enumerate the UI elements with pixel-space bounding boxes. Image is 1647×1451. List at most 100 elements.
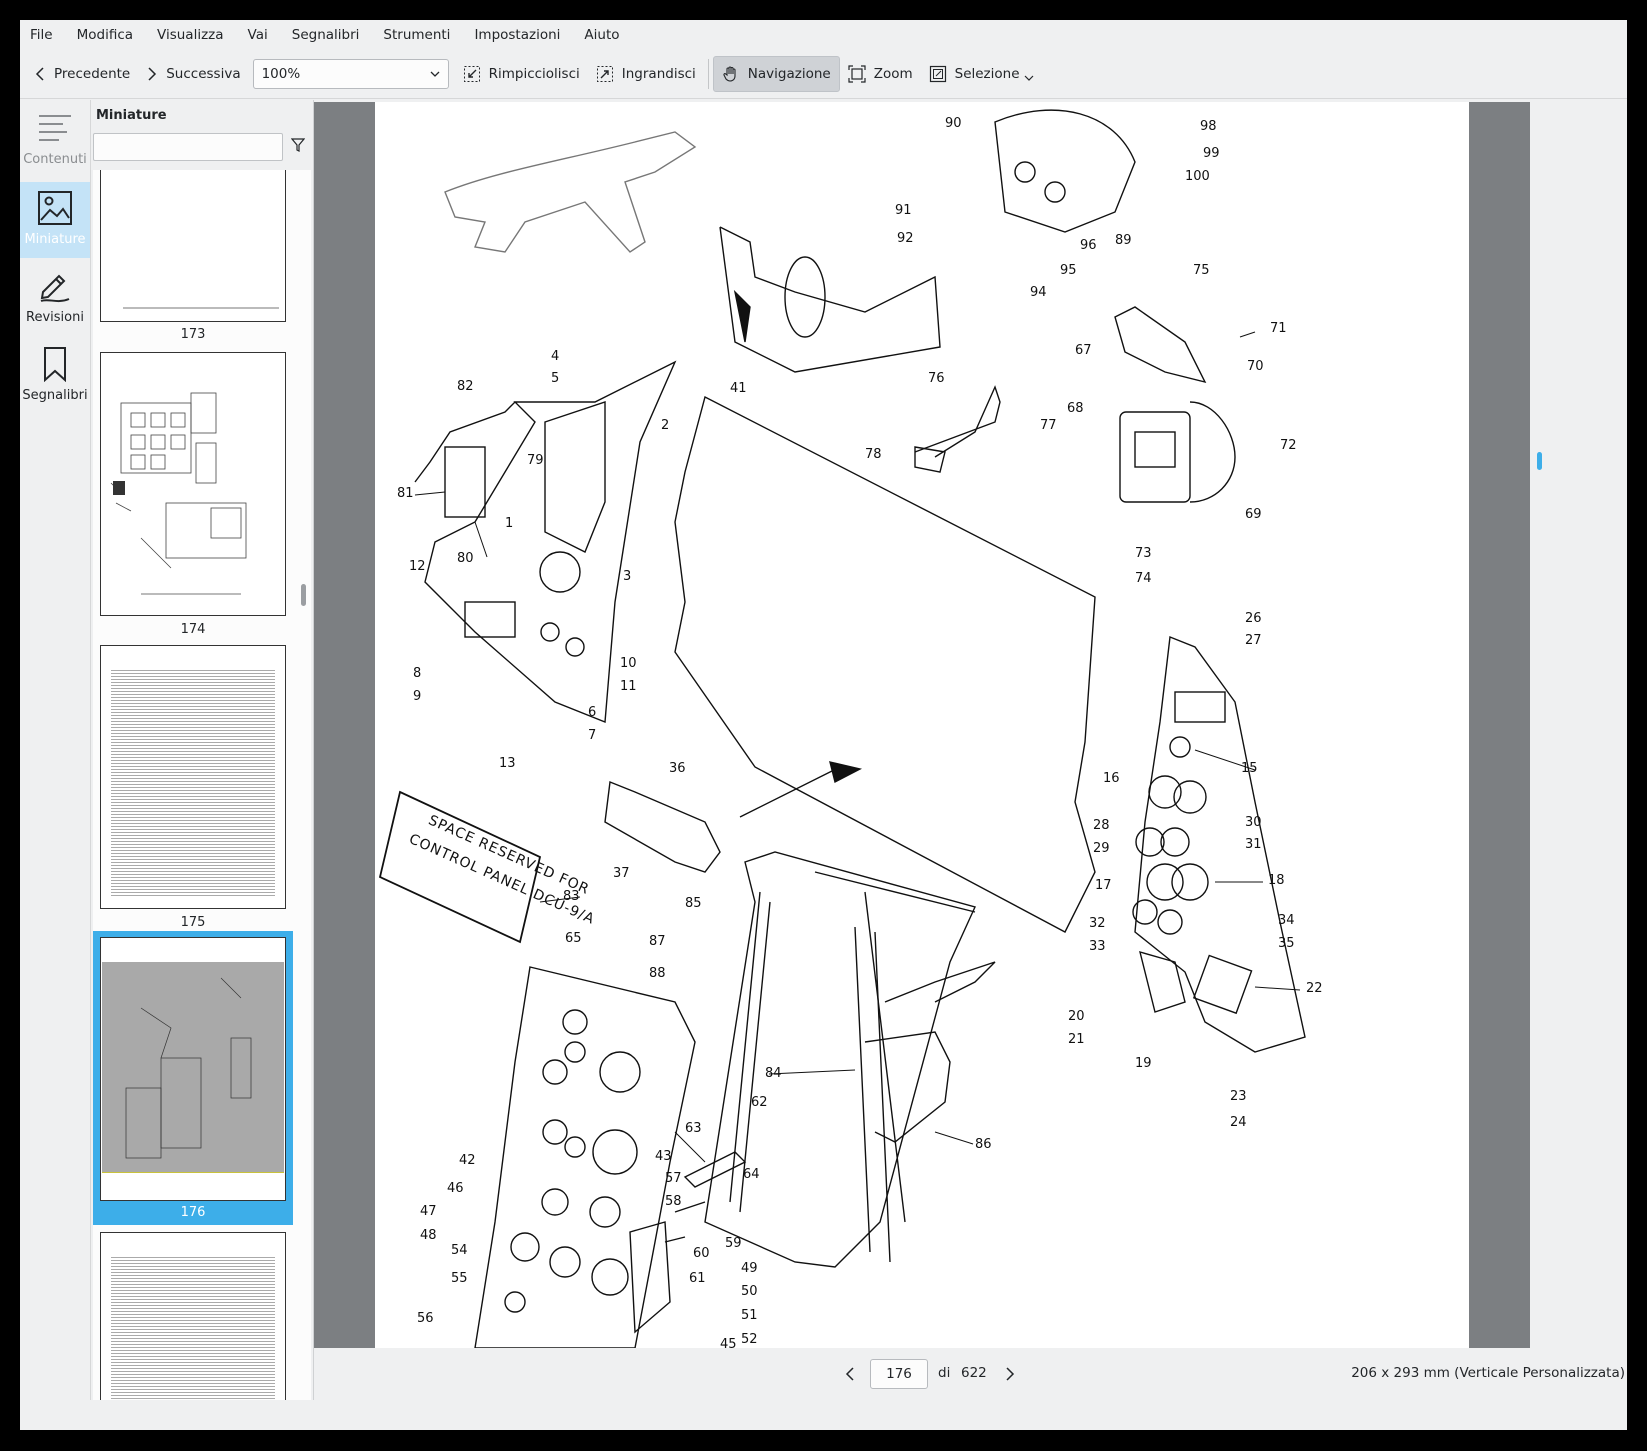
thumbnail-page	[100, 170, 286, 322]
menu-bar: File Modifica Visualizza Vai Segnalibri …	[20, 20, 1627, 50]
zoom-out-button[interactable]: Rimpicciolisci	[455, 57, 588, 91]
filter-icon[interactable]	[291, 138, 305, 152]
thumbnail-page	[100, 352, 286, 616]
zoom-tool-label: Zoom	[873, 66, 913, 82]
callout-83: 83	[563, 889, 580, 904]
thumbnails-panel: Miniature 173 174 175 176	[91, 100, 314, 1400]
callout-86: 86	[975, 1137, 992, 1152]
main-toolbar: Precedente Successiva 100% Rimpicciolisc…	[20, 50, 1627, 99]
callout-4: 4	[551, 349, 559, 364]
document-scrollbar[interactable]	[1530, 102, 1627, 1348]
exploded-view-drawing: SPACE RESERVED FOR CONTROL PANEL DCU-9/A…	[378, 109, 1323, 1348]
callout-49: 49	[741, 1261, 758, 1276]
callout-56: 56	[417, 1311, 434, 1326]
callout-77: 77	[1040, 418, 1057, 433]
menu-strumenti[interactable]: Strumenti	[381, 24, 452, 46]
menu-modifica[interactable]: Modifica	[75, 24, 135, 46]
page-number-input[interactable]: 176	[870, 1359, 928, 1389]
sidebar-item-label: Contenuti	[23, 152, 87, 167]
callout-23: 23	[1230, 1089, 1247, 1104]
chevron-down-icon	[430, 71, 440, 77]
thumbnail-177[interactable]	[93, 1228, 293, 1400]
sidebar-item-contenuti[interactable]: Contenuti	[20, 104, 90, 180]
sidebar-item-segnalibri[interactable]: Segnalibri	[20, 338, 90, 414]
menu-file[interactable]: File	[28, 24, 55, 46]
page-navigation-bar: 176 di 622 206 x 293 mm (Verticale Perso…	[314, 1348, 1627, 1400]
browse-tool-button[interactable]: Navigazione	[712, 56, 840, 92]
callout-96: 96	[1080, 238, 1097, 253]
sidebar-item-label: Revisioni	[26, 310, 84, 325]
callout-3: 3	[623, 569, 631, 584]
callout-47: 47	[420, 1204, 437, 1219]
callout-9: 9	[413, 689, 421, 704]
menu-segnalibri[interactable]: Segnalibri	[290, 24, 362, 46]
thumbnails-title: Miniature	[96, 108, 167, 123]
thumbnail-176[interactable]: 176	[93, 931, 293, 1225]
callout-54: 54	[451, 1243, 468, 1258]
chevron-right-icon	[148, 67, 157, 81]
menu-vai[interactable]: Vai	[246, 24, 270, 46]
selection-tool-label: Selezione	[954, 66, 1020, 82]
thumbnail-175[interactable]: 175	[93, 643, 293, 933]
callout-61: 61	[689, 1271, 706, 1286]
zoom-in-button[interactable]: Ingrandisci	[588, 57, 704, 91]
thumbnails-list: 173 174 175 176	[93, 170, 311, 1400]
callout-64: 64	[743, 1167, 760, 1182]
chevron-right-icon[interactable]	[1004, 1366, 1016, 1382]
menu-impostazioni[interactable]: Impostazioni	[472, 24, 562, 46]
callout-45: 45	[720, 1337, 737, 1348]
callout-78: 78	[865, 447, 882, 462]
callout-88: 88	[649, 966, 666, 981]
chevron-down-icon	[1024, 75, 1033, 81]
menu-visualizza[interactable]: Visualizza	[155, 24, 226, 46]
callout-89: 89	[1115, 233, 1132, 248]
callout-98: 98	[1200, 119, 1217, 134]
selection-tool-button[interactable]: Selezione	[921, 57, 1042, 91]
callout-85: 85	[685, 896, 702, 911]
next-page-button[interactable]: Successiva	[138, 57, 248, 91]
callout-62: 62	[751, 1095, 768, 1110]
thumbnails-scrollbar[interactable]	[301, 584, 306, 606]
previous-page-label: Precedente	[54, 66, 131, 82]
callout-labels: 90 98991009192 96 8995947571677041767778687…	[397, 116, 1323, 1348]
bookmark-icon	[44, 347, 66, 382]
page-size-status: 206 x 293 mm (Verticale Personalizzata)	[1351, 1365, 1625, 1381]
document-view[interactable]: SPACE RESERVED FOR CONTROL PANEL DCU-9/A…	[314, 102, 1530, 1348]
chevron-left-icon	[35, 67, 44, 81]
thumbnail-number: 174	[180, 622, 206, 637]
zoom-out-icon	[463, 66, 480, 82]
callout-36: 36	[669, 761, 686, 776]
zoom-in-icon	[596, 66, 613, 82]
thumbnail-number: 176	[180, 1205, 206, 1220]
callout-22: 22	[1306, 981, 1323, 996]
chevron-left-icon[interactable]	[844, 1366, 856, 1382]
thumbnail-173[interactable]: 173	[93, 170, 293, 346]
sidebar-item-miniature[interactable]: Miniature	[20, 182, 90, 258]
zoom-combobox[interactable]: 100%	[252, 59, 449, 89]
document-scrollbar-handle[interactable]	[1537, 452, 1542, 470]
callout-52: 52	[741, 1332, 758, 1347]
callout-35: 35	[1278, 936, 1295, 951]
thumbnails-search-input[interactable]	[93, 133, 283, 161]
thumbnail-page	[100, 937, 286, 1201]
sidebar-item-revisioni[interactable]: Revisioni	[20, 260, 90, 336]
callout-95: 95	[1060, 263, 1077, 278]
zoom-tool-button[interactable]: Zoom	[840, 57, 921, 91]
previous-page-button[interactable]: Precedente	[26, 57, 138, 91]
callout-42: 42	[459, 1153, 476, 1168]
thumbnail-page	[100, 645, 286, 909]
zoom-select-icon	[848, 65, 866, 83]
callout-19: 19	[1135, 1056, 1152, 1071]
callout-10: 10	[620, 656, 637, 671]
callout-30: 30	[1245, 815, 1262, 830]
menu-aiuto[interactable]: Aiuto	[582, 24, 621, 46]
callout-2: 2	[661, 418, 669, 433]
callout-55: 55	[451, 1271, 468, 1286]
callout-100: 100	[1185, 169, 1210, 184]
thumbnail-174[interactable]: 174	[93, 350, 293, 640]
callout-80: 80	[457, 551, 474, 566]
callout-16: 16	[1103, 771, 1120, 786]
callout-91: 91	[895, 203, 912, 218]
callout-37: 37	[613, 866, 630, 881]
sidebar-item-label: Miniature	[24, 232, 86, 247]
